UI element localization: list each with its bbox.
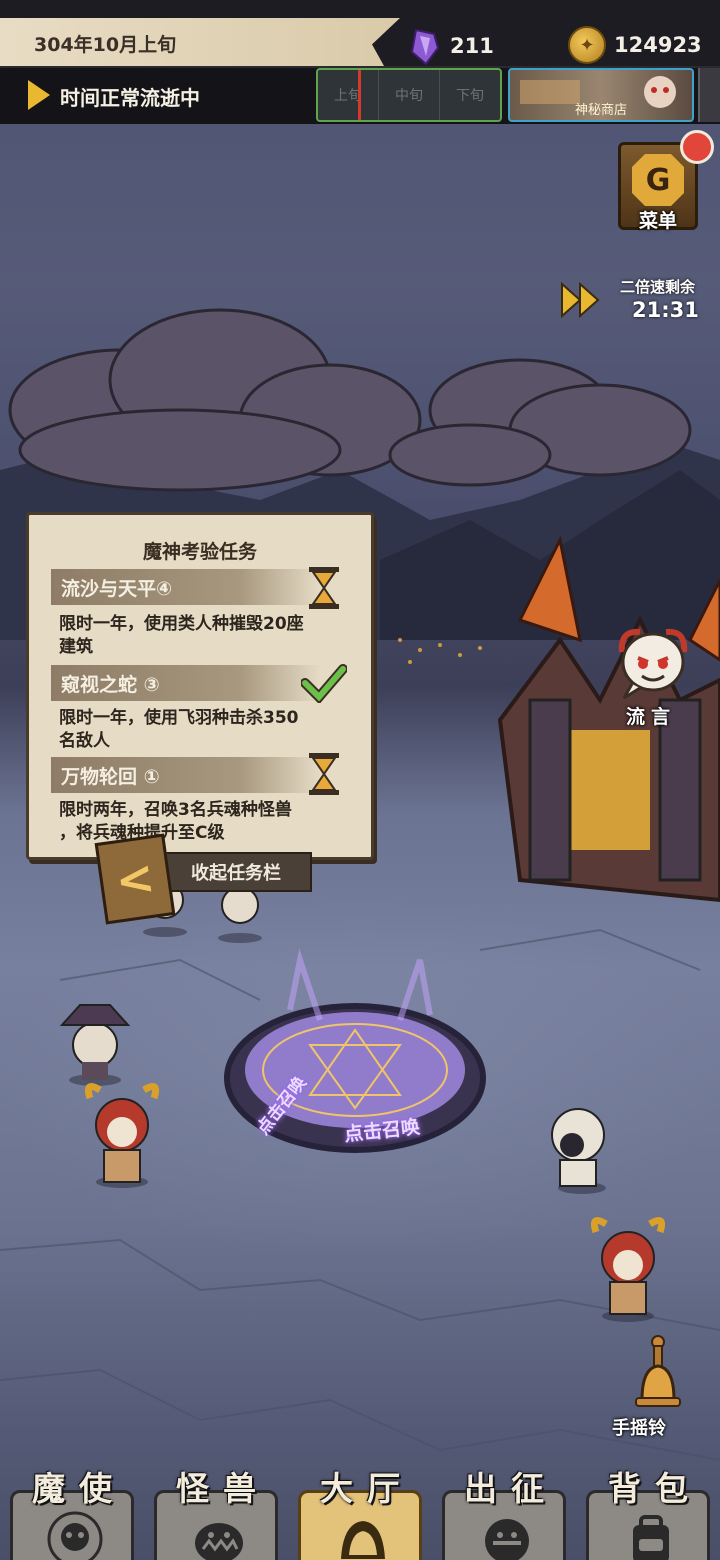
nav-label-expedition: 出征 bbox=[464, 1469, 558, 1508]
speed-remaining-time: 21:31 bbox=[632, 298, 699, 322]
rumor-label: 流言 bbox=[626, 706, 677, 728]
monster-icon bbox=[195, 1523, 243, 1560]
hall-icon bbox=[341, 1521, 385, 1559]
hand-bell-icon[interactable] bbox=[628, 1334, 688, 1414]
gem-counter[interactable]: 211 bbox=[408, 26, 494, 66]
menu-label: 菜单 bbox=[638, 210, 677, 232]
quest-1-name[interactable]: 流沙与天平④ bbox=[51, 569, 321, 605]
nav-label-envoy: 魔使 bbox=[32, 1469, 126, 1508]
menu-g-icon: G bbox=[632, 154, 684, 206]
bottom-nav: 魔使 怪兽 大厅 出征 背包 bbox=[0, 1462, 720, 1560]
checkmark-icon bbox=[301, 664, 347, 703]
play-icon[interactable] bbox=[28, 80, 50, 110]
quest-1-desc: 限时一年，使用类人种摧毁20座 建筑 bbox=[59, 613, 359, 659]
crystal-gem-icon bbox=[410, 28, 440, 66]
quest-2-desc-line-2: 名敌人 bbox=[59, 731, 110, 751]
coin-count: 124923 bbox=[614, 33, 702, 57]
quest-2-desc-line-1: 限时一年，使用飞羽种击杀350 bbox=[59, 708, 299, 728]
hourglass-icon bbox=[309, 567, 339, 609]
period-middle[interactable]: 中旬 bbox=[379, 70, 440, 120]
extra-panel-edge[interactable] bbox=[698, 68, 720, 122]
nav-label-hall: 大厅 bbox=[320, 1469, 414, 1508]
period-selector: 上旬 中旬 下旬 bbox=[316, 68, 502, 122]
nav-label-backpack: 背包 bbox=[608, 1469, 702, 1508]
hourglass-icon bbox=[309, 753, 339, 795]
coin-counter[interactable]: ✦ 124923 bbox=[568, 26, 702, 64]
mystery-shop-button[interactable]: 神秘商店 bbox=[508, 68, 694, 122]
shop-label: 神秘商店 bbox=[574, 103, 627, 118]
gem-count: 211 bbox=[450, 34, 494, 58]
period-early[interactable]: 上旬 bbox=[318, 70, 379, 120]
expedition-icon bbox=[485, 1519, 529, 1560]
collapse-quest-label[interactable]: 收起任务栏 bbox=[160, 852, 312, 892]
gold-coin-icon: ✦ bbox=[568, 26, 606, 64]
collapse-chevron-left-icon[interactable]: < bbox=[94, 833, 176, 925]
nav-item-backpack[interactable]: 背包 bbox=[576, 1462, 720, 1560]
nav-item-monster[interactable]: 怪兽 bbox=[144, 1462, 288, 1560]
double-speed-icon[interactable] bbox=[560, 282, 606, 318]
quest-2-desc: 限时一年，使用飞羽种击杀350 名敌人 bbox=[59, 707, 359, 753]
backpack-icon bbox=[633, 1515, 669, 1560]
nav-item-envoy[interactable]: 魔使 bbox=[0, 1462, 144, 1560]
quest-panel-title: 魔神考验任务 bbox=[142, 541, 257, 563]
nav-item-hall[interactable]: 大厅 bbox=[288, 1462, 432, 1560]
quest-1-desc-line-1: 限时一年，使用类人种摧毁20座 bbox=[59, 614, 304, 634]
period-marker bbox=[358, 70, 361, 120]
speed-label: 二倍速剩余 bbox=[620, 278, 696, 296]
quest-3-name[interactable]: 万物轮回 ① bbox=[51, 757, 321, 793]
notification-dot bbox=[680, 130, 714, 164]
bell-label: 手摇铃 bbox=[612, 1418, 666, 1439]
quest-3-desc: 限时两年，召唤3名兵魂种怪兽 ，将兵魂种提升至C级 bbox=[59, 799, 359, 845]
skull-icon bbox=[47, 1511, 103, 1560]
time-status: 时间正常流逝中 bbox=[60, 86, 200, 110]
quest-1-desc-line-2: 建筑 bbox=[59, 637, 93, 657]
nav-label-monster: 怪兽 bbox=[176, 1469, 270, 1508]
nav-item-expedition[interactable]: 出征 bbox=[432, 1462, 576, 1560]
demon-rumor-icon[interactable] bbox=[612, 622, 694, 702]
period-late[interactable]: 下旬 bbox=[440, 70, 500, 120]
quest-2-name[interactable]: 窥视之蛇 ③ bbox=[51, 665, 321, 701]
current-date: 304年10月上旬 bbox=[34, 34, 177, 56]
quest-panel: 魔神考验任务 流沙与天平④ 限时一年，使用类人种摧毁20座 建筑 窥视之蛇 ③ … bbox=[26, 512, 374, 860]
quest-3-desc-line-1: 限时两年，召唤3名兵魂种怪兽 bbox=[59, 800, 292, 820]
